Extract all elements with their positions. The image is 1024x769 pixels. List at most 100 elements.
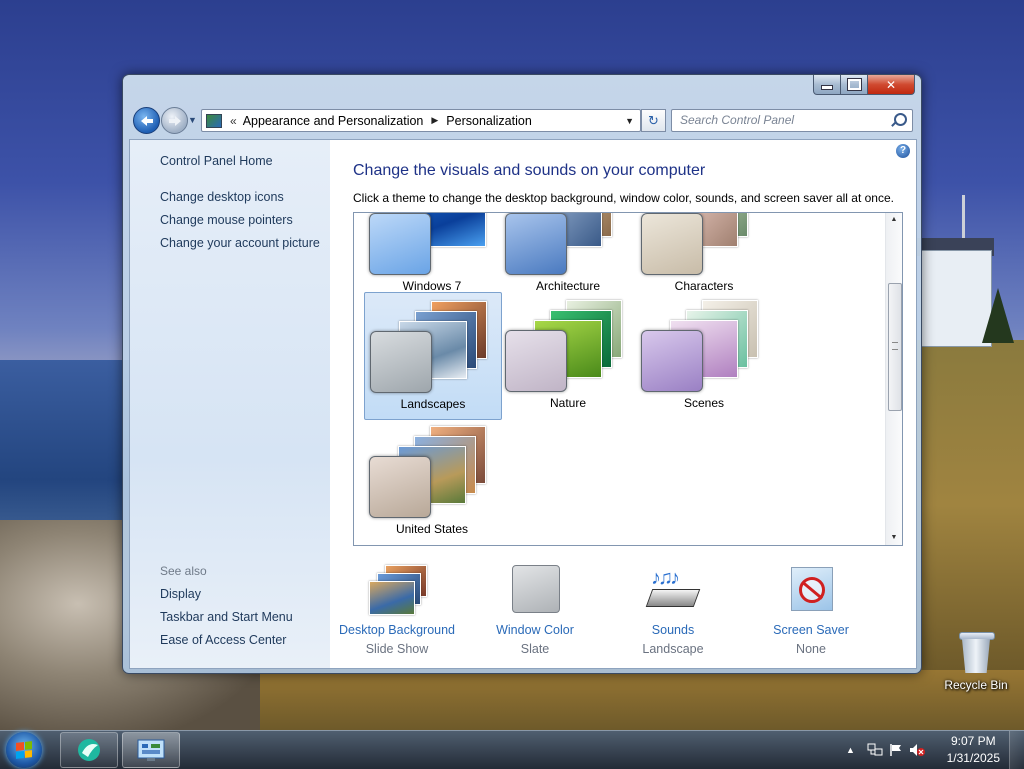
sounds-icon: ♪♫♪ [645, 565, 701, 615]
theme-characters[interactable]: Characters [636, 213, 772, 301]
scroll-grip-icon [892, 342, 898, 350]
theme-glass-swatch [505, 330, 567, 392]
screen-saver-value: None [796, 642, 826, 656]
minimize-button[interactable] [813, 75, 841, 95]
recent-pages-dropdown[interactable]: ▼ [188, 115, 197, 125]
start-button[interactable] [6, 732, 42, 768]
change-desktop-icons-link[interactable]: Change desktop icons [160, 190, 284, 204]
desktop-background-link[interactable]: Desktop Background [327, 623, 467, 637]
maximize-button[interactable] [841, 75, 868, 95]
theme-label: United States [395, 522, 469, 536]
address-overflow-chevron[interactable]: « [230, 114, 237, 128]
address-dropdown-icon[interactable]: ▼ [625, 116, 634, 126]
control-panel-icon [206, 113, 222, 128]
desktop-background-icon [369, 565, 427, 615]
scroll-up-icon[interactable]: ▲ [886, 213, 902, 227]
back-button[interactable] [133, 107, 160, 134]
sounds-option[interactable]: ♪♫♪ Sounds Landscape [603, 565, 743, 656]
ease-of-access-link[interactable]: Ease of Access Center [160, 633, 286, 647]
forward-arrow-icon [168, 115, 181, 126]
theme-label: Nature [549, 396, 587, 410]
taskbar-control-panel-button[interactable] [122, 732, 180, 768]
maximize-icon [846, 78, 862, 91]
taskbar-app-button[interactable] [60, 732, 118, 768]
show-hidden-icons[interactable]: ▲ [846, 745, 855, 755]
theme-landscapes[interactable]: Landscapes [364, 292, 502, 420]
screen-saver-link[interactable]: Screen Saver [741, 623, 881, 637]
taskbar: ▲ 9:07 PM 1/31/2025 [0, 730, 1024, 769]
theme-label: Windows 7 [402, 279, 462, 293]
refresh-icon: ↻ [648, 112, 659, 128]
theme-label: Landscapes [400, 397, 466, 411]
sounds-value: Landscape [642, 642, 704, 656]
theme-label: Characters [674, 279, 734, 293]
theme-glass-swatch [369, 213, 431, 275]
breadcrumb-appearance[interactable]: Appearance and Personalization [243, 114, 424, 128]
change-account-picture-link[interactable]: Change your account picture [160, 236, 320, 250]
windows-logo-icon [16, 741, 32, 759]
change-mouse-pointers-link[interactable]: Change mouse pointers [160, 213, 293, 227]
taskbar-start-menu-link[interactable]: Taskbar and Start Menu [160, 610, 293, 624]
theme-united-states[interactable]: United States [364, 418, 500, 544]
personalization-window: ✕ ▼ « Appearance and Personalization ▶ P… [122, 74, 922, 674]
close-button[interactable]: ✕ [868, 75, 915, 95]
recycle-bin-label: Recycle Bin [944, 678, 1008, 692]
screen-saver-icon [783, 565, 839, 615]
theme-architecture[interactable]: Architecture [500, 213, 636, 301]
back-arrow-icon [140, 115, 153, 126]
close-icon: ✕ [885, 77, 897, 92]
desktop-background-option[interactable]: Desktop Background Slide Show [327, 565, 467, 656]
scroll-thumb[interactable] [888, 283, 902, 411]
see-also-heading: See also [160, 564, 207, 578]
sounds-link[interactable]: Sounds [603, 623, 743, 637]
theme-scenes[interactable]: Scenes [636, 292, 772, 418]
scroll-down-icon[interactable]: ▼ [886, 531, 902, 545]
refresh-button[interactable]: ↻ [641, 109, 666, 132]
wallpaper-tree [982, 288, 1014, 343]
search-icon[interactable] [894, 113, 907, 126]
screen-saver-option[interactable]: Screen Saver None [741, 565, 881, 656]
breadcrumb-arrow-icon[interactable]: ▶ [431, 115, 438, 126]
client-area: Control Panel Home Change desktop icons … [129, 139, 917, 669]
app-bird-icon [78, 739, 100, 761]
desktop-background-value: Slide Show [365, 642, 429, 656]
search-input[interactable]: Search Control Panel [671, 109, 913, 132]
control-panel-home-link[interactable]: Control Panel Home [160, 154, 273, 168]
theme-windows-7[interactable]: Windows 7 [364, 213, 500, 301]
breadcrumb-personalization[interactable]: Personalization [446, 114, 531, 128]
theme-label: Scenes [683, 396, 725, 410]
display-link[interactable]: Display [160, 587, 201, 601]
theme-glass-swatch [505, 213, 567, 275]
window-color-value: Slate [520, 642, 550, 656]
theme-glass-swatch [641, 330, 703, 392]
search-placeholder: Search Control Panel [680, 113, 795, 127]
window-controls: ✕ [813, 75, 915, 95]
sidebar: Control Panel Home Change desktop icons … [130, 140, 330, 668]
recycle-bin[interactable]: Recycle Bin [938, 630, 1014, 692]
help-icon[interactable]: ? [896, 144, 910, 158]
show-desktop-button[interactable] [1009, 731, 1024, 769]
forward-button[interactable] [161, 107, 188, 134]
network-icon[interactable] [867, 743, 883, 757]
page-title: Change the visuals and sounds on your co… [353, 162, 706, 179]
theme-nature[interactable]: Nature [500, 292, 636, 418]
window-color-icon [507, 565, 563, 615]
volume-muted-icon[interactable] [909, 743, 925, 757]
notification-area: ▲ [846, 731, 925, 769]
theme-list: Windows 7 Architecture Characters Landsc… [353, 212, 903, 546]
system-clock[interactable]: 9:07 PM 1/31/2025 [947, 733, 1000, 767]
clock-date: 1/31/2025 [946, 751, 1000, 765]
main-panel: ? Change the visuals and sounds on your … [330, 140, 916, 668]
clock-time: 9:07 PM [950, 734, 996, 748]
theme-glass-swatch [641, 213, 703, 275]
recycle-bin-icon [959, 630, 995, 674]
control-panel-icon [137, 739, 165, 761]
address-bar[interactable]: « Appearance and Personalization ▶ Perso… [201, 109, 641, 132]
theme-label: Architecture [535, 279, 601, 293]
minimize-icon [821, 85, 833, 90]
window-color-option[interactable]: Window Color Slate [465, 565, 605, 656]
theme-glass-swatch [369, 456, 431, 518]
theme-list-scrollbar[interactable]: ▲ ▼ [885, 213, 902, 545]
window-color-link[interactable]: Window Color [465, 623, 605, 637]
action-center-flag-icon[interactable] [889, 743, 903, 757]
